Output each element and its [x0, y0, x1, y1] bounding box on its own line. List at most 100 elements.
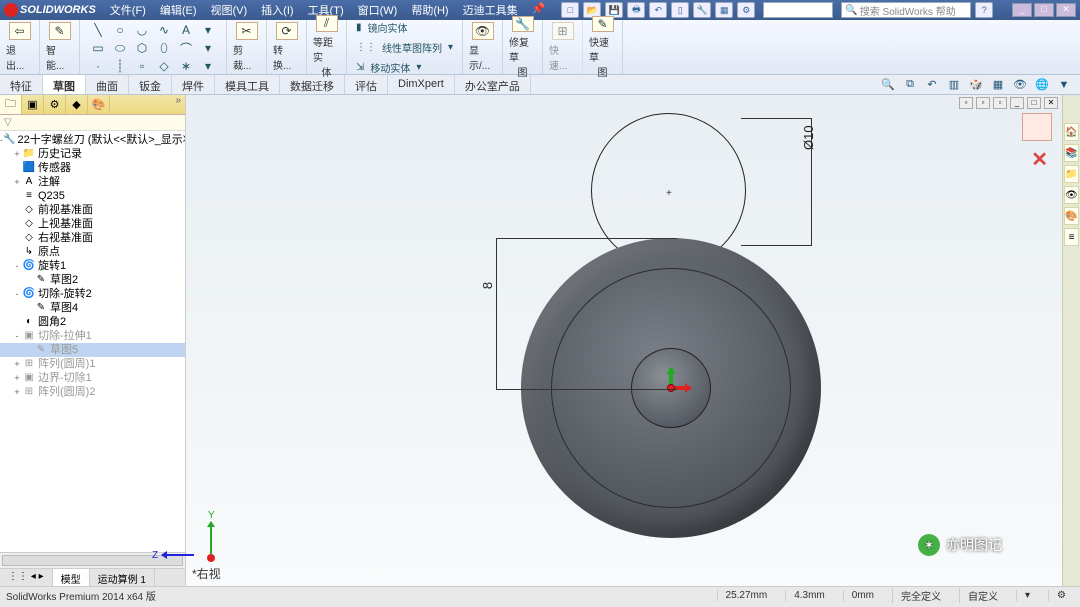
- tab-office[interactable]: 办公室产品: [455, 75, 531, 94]
- more-tool-icon[interactable]: ▾: [198, 22, 218, 38]
- extra-tool-icon[interactable]: ∗: [176, 58, 196, 74]
- rect-tool-icon[interactable]: A: [176, 22, 196, 38]
- mdi-close[interactable]: ✕: [1044, 97, 1058, 109]
- tab-dimxpert[interactable]: DimXpert: [388, 75, 455, 94]
- hide-show-icon[interactable]: 👁: [1012, 77, 1028, 93]
- tree-filter[interactable]: ▽: [0, 115, 185, 131]
- fillet-tool-icon[interactable]: ⌒: [176, 40, 196, 56]
- sketch-exit-x-icon[interactable]: ✕: [1031, 147, 1048, 172]
- minimize-button[interactable]: _: [1012, 3, 1032, 17]
- rapid-sketch-button[interactable]: ✎ 快速草 图: [583, 20, 623, 74]
- tree-item[interactable]: +⊞阵列(圆周)2: [0, 385, 185, 399]
- prev-view-icon[interactable]: ↶: [924, 77, 940, 93]
- maximize-button[interactable]: □: [1034, 3, 1054, 17]
- tree-item[interactable]: ◇上视基准面: [0, 217, 185, 231]
- tree-item[interactable]: ✎草图4: [0, 301, 185, 315]
- zoom-area-icon[interactable]: ⧉: [902, 77, 918, 93]
- display-button[interactable]: 👁 显示/...: [463, 20, 503, 74]
- tree-item[interactable]: ✎草图2: [0, 273, 185, 287]
- more2-tool-icon[interactable]: ▾: [198, 40, 218, 56]
- graphics-viewport[interactable]: ▫ ▫ ▫ _ □ ✕ ✕ + Ø10 8 Y Z: [186, 95, 1062, 586]
- fm-tab-property[interactable]: ▣: [22, 95, 44, 114]
- fm-tab-tree[interactable]: 🗀: [0, 95, 22, 114]
- taskpane-lib-icon[interactable]: 📚: [1064, 144, 1079, 162]
- more3-tool-icon[interactable]: ▾: [198, 58, 218, 74]
- document-selector[interactable]: 草图5 – ...: [763, 2, 833, 18]
- dimension-d10[interactable]: Ø10: [801, 125, 816, 150]
- point-tool-icon[interactable]: ·: [88, 58, 108, 74]
- menu-edit[interactable]: 编辑(E): [154, 0, 203, 20]
- tree-item[interactable]: 🟦传感器: [0, 161, 185, 175]
- arc-tool-icon[interactable]: ◡: [132, 22, 152, 38]
- scene-icon[interactable]: ▼: [1056, 77, 1072, 93]
- fm-tab-dim[interactable]: ◆: [66, 95, 88, 114]
- trim-button[interactable]: ✂ 剪裁...: [227, 20, 267, 74]
- text-tool-icon[interactable]: ▫: [132, 58, 152, 74]
- polygon-tool-icon[interactable]: ⬡: [132, 40, 152, 56]
- fm-expand-icon[interactable]: »: [171, 95, 185, 114]
- tree-item[interactable]: ≡Q235: [0, 189, 185, 203]
- tree-item[interactable]: +📁历史记录: [0, 147, 185, 161]
- display-style-icon[interactable]: ▦: [990, 77, 1006, 93]
- spline-tool-icon[interactable]: ∿: [154, 22, 174, 38]
- mirror-button[interactable]: ▮ 镜向实体: [353, 18, 456, 37]
- dimension-8[interactable]: 8: [480, 282, 495, 289]
- mdi-btn-1[interactable]: ▫: [959, 97, 973, 109]
- tab-evaluate[interactable]: 评估: [345, 75, 388, 94]
- tree-item[interactable]: ◇前视基准面: [0, 203, 185, 217]
- status-mode[interactable]: 自定义: [959, 588, 1006, 603]
- print-icon[interactable]: 🖶: [627, 2, 645, 18]
- taskpane-home-icon[interactable]: 🏠: [1064, 123, 1079, 141]
- mdi-btn-3[interactable]: ▫: [993, 97, 1007, 109]
- centerline-tool-icon[interactable]: ┊: [110, 58, 130, 74]
- tree-item[interactable]: +▣边界-切除1: [0, 371, 185, 385]
- tab-surfaces[interactable]: 曲面: [86, 75, 129, 94]
- taskpane-prop-icon[interactable]: ≡: [1064, 228, 1079, 246]
- quick-button[interactable]: ⊞ 快速...: [543, 20, 583, 74]
- tree-item[interactable]: -🌀切除-旋转2: [0, 287, 185, 301]
- options-icon[interactable]: ▦: [715, 2, 733, 18]
- view-cube-icon[interactable]: [1022, 113, 1052, 141]
- tab-sheetmetal[interactable]: 钣金: [129, 75, 172, 94]
- tab-weldments[interactable]: 焊件: [172, 75, 215, 94]
- tree-item[interactable]: +A注解: [0, 175, 185, 189]
- fm-tab-config[interactable]: ⚙: [44, 95, 66, 114]
- mdi-max[interactable]: □: [1027, 97, 1041, 109]
- close-button[interactable]: ✕: [1056, 3, 1076, 17]
- mdi-min[interactable]: _: [1010, 97, 1024, 109]
- taskpane-appear-icon[interactable]: 🎨: [1064, 207, 1079, 225]
- tab-moldtools[interactable]: 模具工具: [215, 75, 280, 94]
- tree-item[interactable]: -▣切除-拉伸1: [0, 329, 185, 343]
- ellipse-tool-icon[interactable]: ⬯: [154, 40, 174, 56]
- appearance-icon[interactable]: 🌐: [1034, 77, 1050, 93]
- tree-item[interactable]: ◐圆角2: [0, 315, 185, 329]
- linear-pattern-button[interactable]: ⋮⋮ 线性草图阵列 ▾: [353, 38, 456, 57]
- tree-root[interactable]: -🔧22十字螺丝刀 (默认<<默认>_显示状...: [0, 133, 185, 147]
- tree-item[interactable]: ◇右视基准面: [0, 231, 185, 245]
- convert-button[interactable]: ⟳ 转换...: [267, 20, 307, 74]
- help-icon[interactable]: ?: [975, 2, 993, 18]
- tree-item[interactable]: ↳原点: [0, 245, 185, 259]
- fm-tab-display[interactable]: 🎨: [88, 95, 110, 114]
- tree-item[interactable]: -🌀旋转1: [0, 259, 185, 273]
- taskpane-view-icon[interactable]: 👁: [1064, 186, 1079, 204]
- view-orient-icon[interactable]: 🎲: [968, 77, 984, 93]
- search-input[interactable]: 🔍搜索 SolidWorks 帮助: [841, 2, 971, 18]
- plane-tool-icon[interactable]: ◇: [154, 58, 174, 74]
- exit-sketch-button[interactable]: ⇦ 退出...: [0, 20, 40, 74]
- status-gear-icon[interactable]: ⚙: [1048, 590, 1074, 601]
- bottom-tab-model[interactable]: 模型: [53, 569, 90, 586]
- move-entities-button[interactable]: ⇲ 移动实体 ▾: [353, 58, 456, 77]
- taskpane-file-icon[interactable]: 📁: [1064, 165, 1079, 183]
- bottom-tab-nav[interactable]: ⋮⋮ ◂ ▸: [0, 569, 53, 586]
- circle-tool-icon[interactable]: ○: [110, 22, 130, 38]
- slot-tool-icon[interactable]: ⬭: [110, 40, 130, 56]
- menu-view[interactable]: 视图(V): [205, 0, 254, 20]
- select-icon[interactable]: ▯: [671, 2, 689, 18]
- status-unit-icon[interactable]: ▾: [1016, 590, 1038, 601]
- settings-icon[interactable]: ⚙: [737, 2, 755, 18]
- tab-features[interactable]: 特征: [0, 75, 43, 94]
- tree-item[interactable]: ✎草图5: [0, 343, 185, 357]
- rebuild-icon[interactable]: 🔧: [693, 2, 711, 18]
- offset-button[interactable]: ⫽ 等距实 体: [307, 20, 347, 74]
